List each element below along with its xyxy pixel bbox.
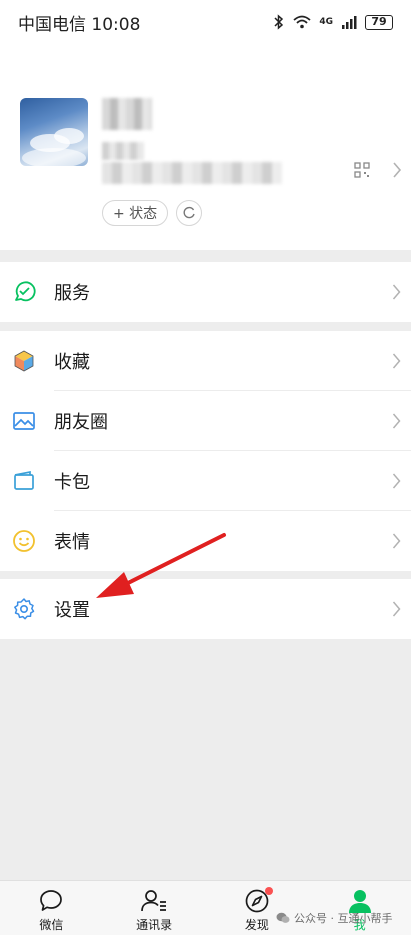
add-status-button[interactable]: + 状态 bbox=[102, 200, 169, 226]
chevron-right-icon bbox=[392, 473, 401, 489]
menu-label-stickers: 表情 bbox=[54, 532, 90, 553]
menu-item-settings[interactable]: 设置 bbox=[0, 579, 411, 639]
nickname-blurred bbox=[102, 98, 152, 130]
menu-label-settings: 设置 bbox=[54, 600, 90, 621]
service-check-icon bbox=[12, 280, 36, 304]
wechat-id-blurred bbox=[102, 142, 144, 160]
tab-label-chats: 微信 bbox=[39, 918, 64, 932]
signal-icon bbox=[342, 16, 357, 29]
avatar[interactable] bbox=[20, 98, 88, 166]
battery-icon: 79 bbox=[365, 14, 393, 30]
chevron-right-icon bbox=[392, 533, 401, 549]
main-menu-group: 收藏 朋友圈 卡包 表情 bbox=[0, 331, 411, 571]
wechat-id-line-blurred bbox=[102, 162, 282, 184]
profile-header[interactable]: + 状态 bbox=[0, 44, 411, 250]
chat-bubble-icon bbox=[37, 887, 65, 915]
menu-item-stickers[interactable]: 表情 bbox=[0, 511, 411, 571]
tab-me[interactable]: 我 bbox=[308, 881, 411, 935]
tab-label-discover: 发现 bbox=[244, 918, 269, 932]
menu-item-service[interactable]: 服务 bbox=[0, 262, 411, 322]
contacts-icon bbox=[140, 887, 168, 915]
gear-icon bbox=[12, 597, 36, 621]
wallet-icon bbox=[12, 469, 36, 493]
chevron-right-icon bbox=[392, 284, 401, 300]
carrier-time: 中国电信 10:08 bbox=[18, 14, 141, 35]
tab-label-contacts: 通讯录 bbox=[136, 918, 173, 932]
chevron-right-icon[interactable] bbox=[392, 161, 402, 179]
qr-code-icon[interactable] bbox=[354, 162, 370, 178]
menu-label-moments: 朋友圈 bbox=[54, 412, 108, 433]
bottom-tab-bar: 微信 通讯录 发现 我 bbox=[0, 880, 411, 935]
add-status-label: + 状态 bbox=[113, 206, 158, 222]
settings-group: 设置 bbox=[0, 579, 411, 639]
chevron-right-icon bbox=[392, 601, 401, 617]
chevron-right-icon bbox=[392, 353, 401, 369]
tab-discover[interactable]: 发现 bbox=[206, 881, 309, 935]
refresh-status-button[interactable] bbox=[176, 200, 202, 226]
refresh-icon bbox=[183, 206, 195, 219]
wechat-logo-icon bbox=[276, 912, 290, 923]
bluetooth-icon bbox=[274, 14, 284, 30]
service-group: 服务 bbox=[0, 262, 411, 322]
wechat-me-screen: 中国电信 10:08 4G 79 + 状态 服务 收藏 朋友圈 卡包 表情 设置… bbox=[0, 0, 411, 935]
chevron-right-icon bbox=[392, 413, 401, 429]
cube-icon bbox=[12, 349, 36, 373]
menu-label-favorites: 收藏 bbox=[54, 352, 90, 373]
menu-item-favorites[interactable]: 收藏 bbox=[0, 331, 411, 391]
menu-label-cards: 卡包 bbox=[54, 472, 90, 493]
network-type: 4G bbox=[319, 17, 333, 27]
menu-item-moments[interactable]: 朋友圈 bbox=[0, 391, 411, 451]
menu-item-cards[interactable]: 卡包 bbox=[0, 451, 411, 511]
watermark: 公众号 · 互通小帮手 bbox=[276, 910, 393, 926]
image-icon bbox=[12, 409, 36, 433]
wifi-icon bbox=[293, 15, 311, 29]
status-icons: 4G 79 bbox=[273, 14, 393, 30]
menu-label-service: 服务 bbox=[54, 283, 90, 304]
tab-contacts[interactable]: 通讯录 bbox=[103, 881, 206, 935]
watermark-text: 公众号 · 互通小帮手 bbox=[294, 912, 393, 925]
status-bar: 中国电信 10:08 4G 79 bbox=[0, 0, 411, 44]
smile-icon bbox=[12, 529, 36, 553]
notification-dot bbox=[264, 887, 273, 895]
tab-chats[interactable]: 微信 bbox=[0, 881, 103, 935]
